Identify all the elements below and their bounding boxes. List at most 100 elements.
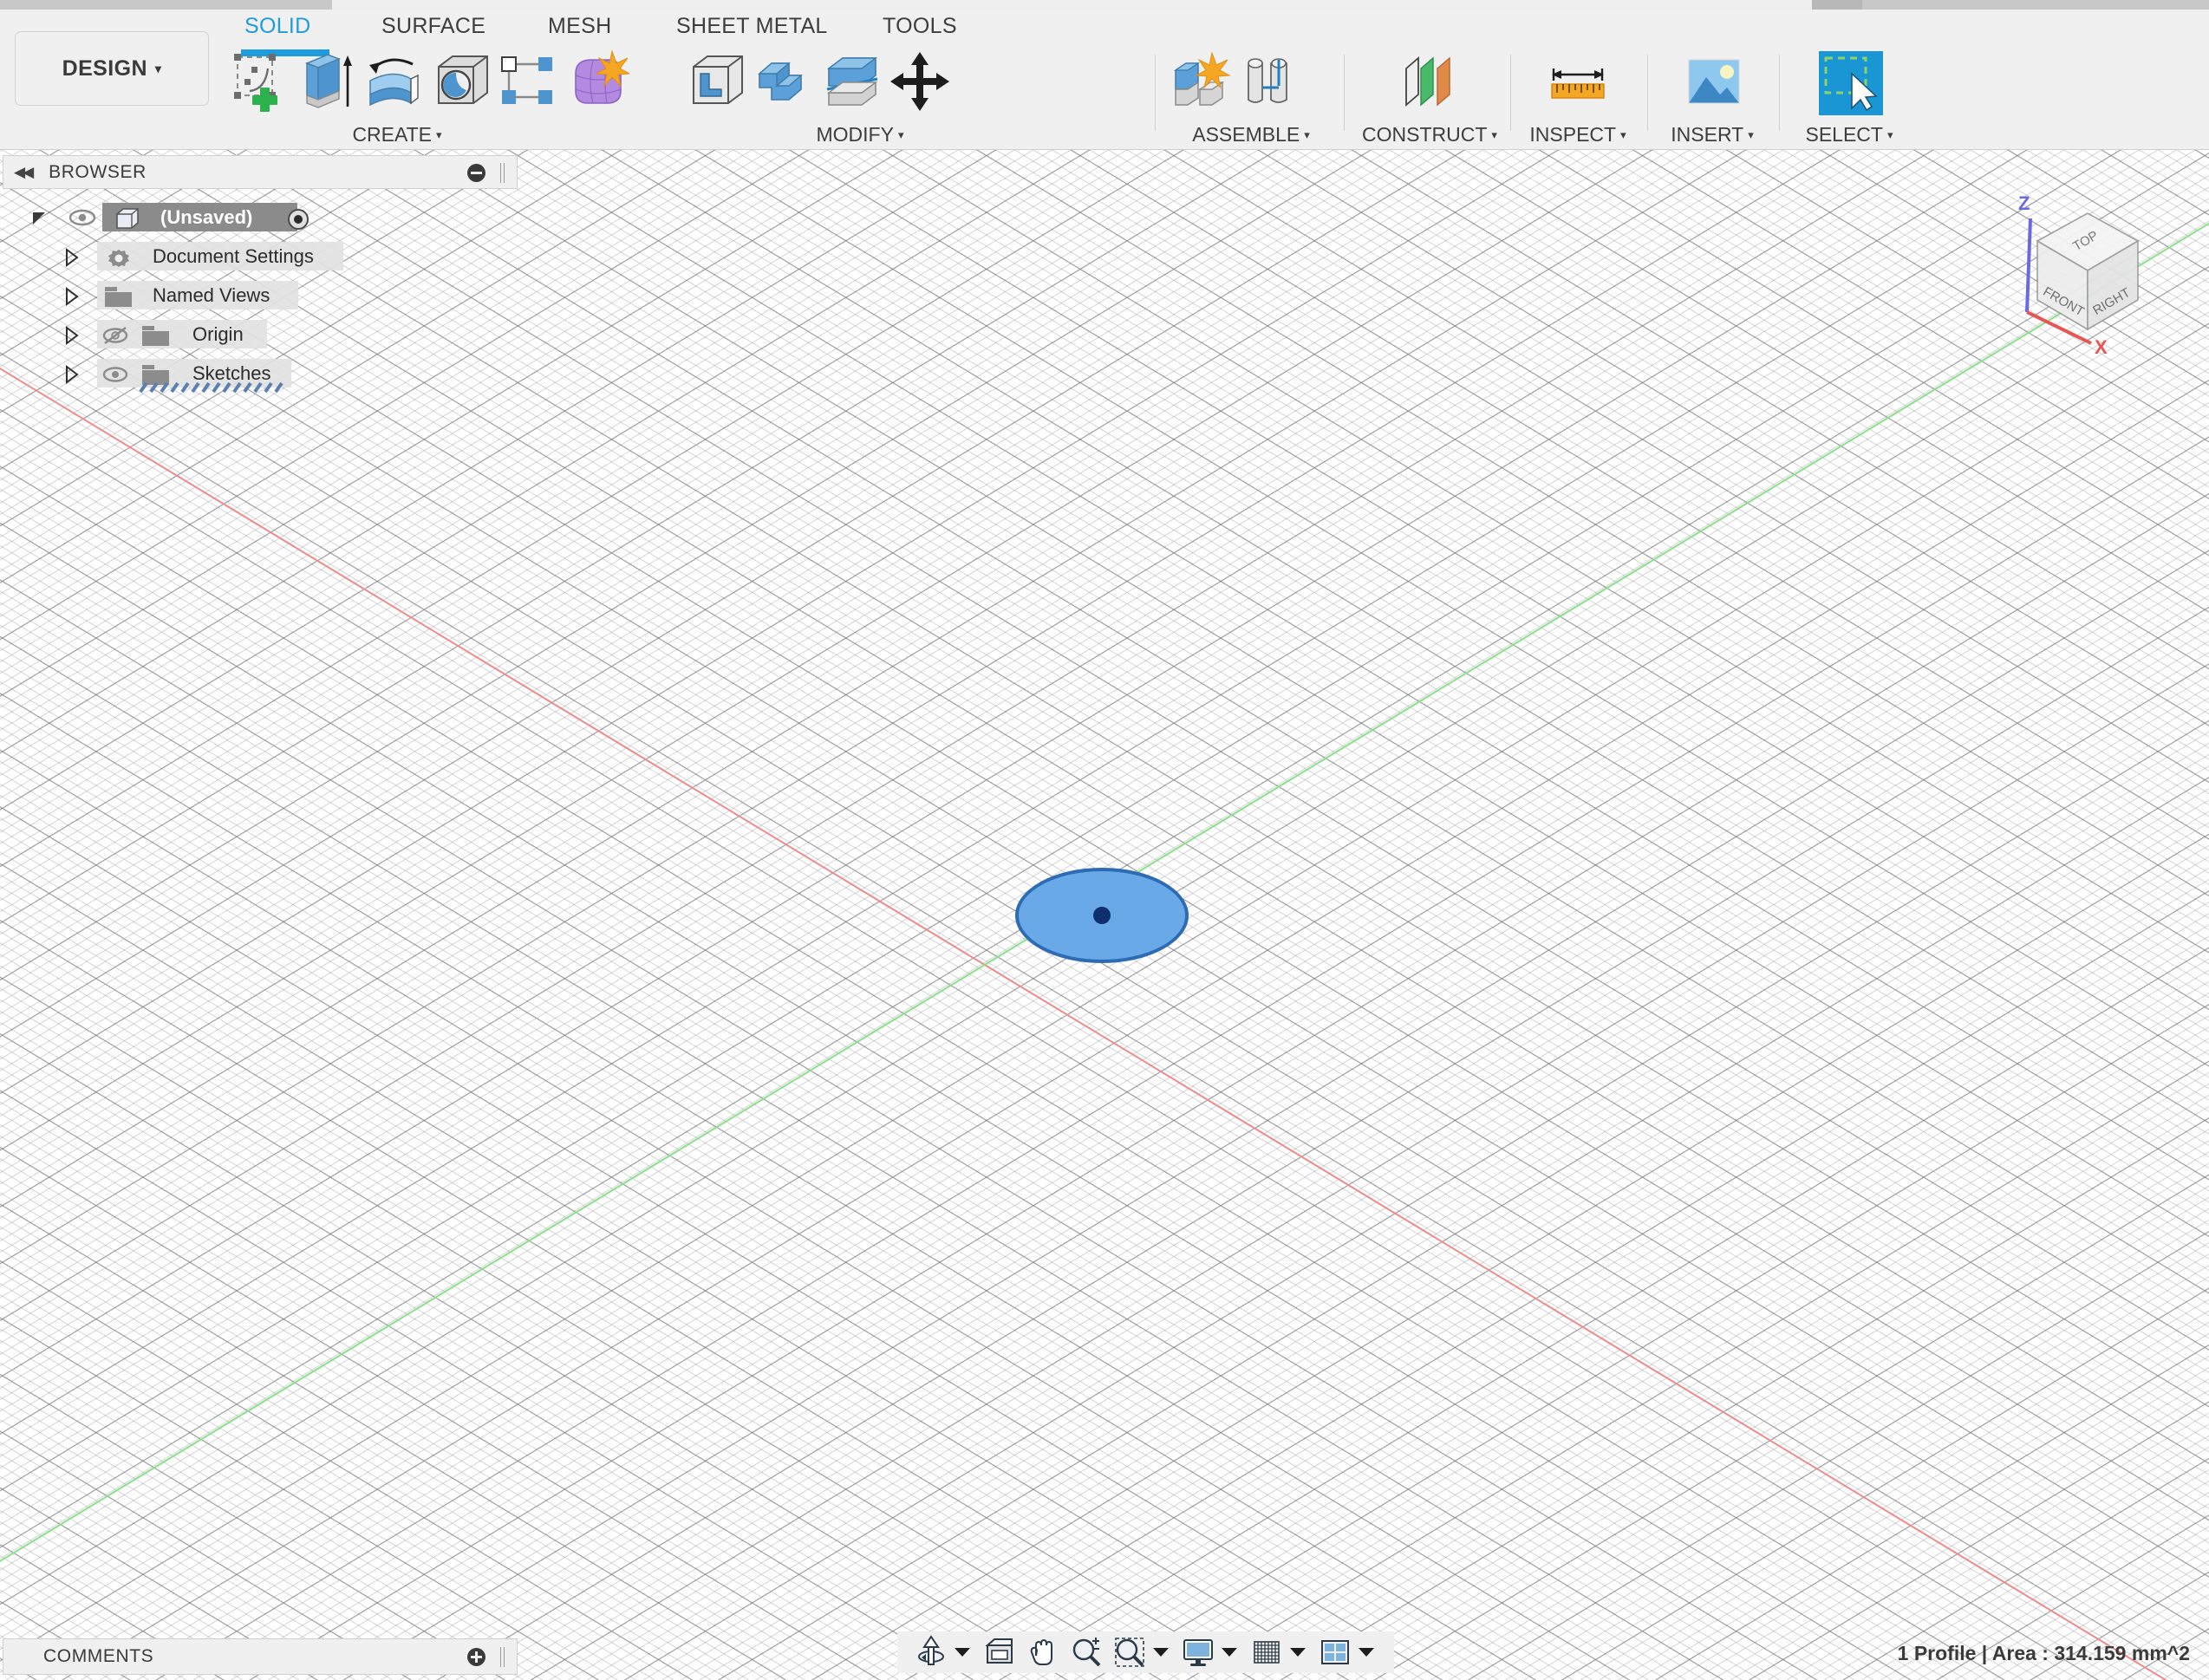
collapse-panel-icon[interactable]: ◀◀ (14, 164, 34, 181)
chevron-down-icon: ▾ (897, 128, 904, 141)
chevron-down-icon: ▾ (1491, 128, 1497, 141)
navigation-bar[interactable] (897, 1631, 1394, 1673)
zoom-window-icon[interactable] (1108, 1633, 1151, 1671)
visibility-hidden-eye-icon[interactable] (101, 326, 129, 349)
expand-arrow-icon[interactable] (64, 326, 80, 345)
revolve-icon[interactable] (362, 49, 427, 114)
folder-icon (104, 286, 134, 313)
ribbon-group-select-label[interactable]: SELECT ▾ (1779, 123, 1919, 147)
offset-plane-icon[interactable] (1398, 49, 1462, 114)
ribbon-group-assemble-label[interactable]: ASSEMBLE ▾ (1169, 123, 1333, 147)
joint-icon[interactable] (1236, 49, 1300, 114)
insert-image-icon[interactable] (1682, 49, 1746, 114)
chevron-down-icon: ▾ (1886, 128, 1893, 141)
tab-sheet-metal[interactable]: SHEET METAL (676, 14, 828, 39)
chevron-down-icon[interactable] (1290, 1648, 1306, 1657)
select-icon[interactable] (1817, 49, 1885, 117)
grid-snaps-icon[interactable] (1245, 1633, 1288, 1671)
tree-node-label: (Unsaved) (160, 205, 253, 228)
ribbon-group-inspect[interactable]: INSPECT ▾ (1510, 48, 1645, 150)
chevron-down-icon[interactable] (1359, 1648, 1374, 1657)
ribbon-divider (1155, 55, 1156, 131)
tree-node-label: Document Settings (153, 244, 314, 267)
new-component-icon[interactable] (1169, 49, 1233, 114)
design-workspace-button[interactable]: DESIGN ▾ (15, 31, 209, 106)
ribbon-group-create[interactable]: CREATE ▾ (227, 48, 661, 150)
panel-resize-grip[interactable] (500, 1647, 505, 1667)
ribbon-group-select[interactable]: SELECT ▾ (1779, 48, 1919, 150)
ribbon-group-construct-label[interactable]: CONSTRUCT ▾ (1349, 123, 1510, 147)
sketch-origin-point[interactable] (1093, 907, 1111, 924)
create-form-icon[interactable] (565, 49, 631, 114)
expand-arrow-icon[interactable] (64, 248, 80, 267)
combine-icon[interactable] (753, 49, 817, 114)
chevron-down-icon: ▾ (436, 128, 442, 141)
chevron-down-icon[interactable] (955, 1648, 970, 1657)
tab-solid[interactable]: SOLID (244, 14, 311, 39)
chevron-down-icon: ▾ (1748, 128, 1754, 141)
browser-panel-header[interactable]: ◀◀ BROWSER (3, 155, 518, 189)
ribbon-group-construct[interactable]: CONSTRUCT ▾ (1349, 48, 1510, 150)
pan-icon[interactable] (1021, 1633, 1065, 1671)
ribbon-group-insert[interactable]: INSERT ▾ (1647, 48, 1777, 150)
look-at-icon[interactable] (978, 1633, 1021, 1671)
activate-component-radio[interactable] (286, 207, 310, 236)
ribbon-toolbar[interactable]: DESIGN ▾ SOLID SURFACE MESH SHEET METAL … (0, 10, 2209, 150)
expand-arrow-icon[interactable] (31, 211, 49, 226)
expand-arrow-icon[interactable] (64, 287, 80, 306)
chevron-down-icon: ▾ (1620, 128, 1626, 141)
tree-node-origin[interactable]: Origin (0, 315, 520, 354)
comments-panel-title: COMMENTS (43, 1646, 154, 1666)
visibility-eye-icon[interactable] (68, 209, 96, 231)
orbit-icon[interactable] (909, 1633, 953, 1671)
status-bar-selection-info: 1 Profile | Area : 314.159 mm^2 (1897, 1642, 2190, 1664)
svg-text:X: X (2095, 336, 2108, 355)
zoom-icon[interactable] (1065, 1633, 1108, 1671)
browser-tree[interactable]: (Unsaved) Document Settings Named Views … (0, 198, 520, 394)
gear-icon (106, 246, 132, 275)
ribbon-group-modify-label[interactable]: MODIFY ▾ (685, 123, 1035, 147)
tree-node-document-settings[interactable]: Document Settings (0, 237, 520, 276)
ribbon-group-create-label[interactable]: CREATE ▾ (227, 123, 567, 147)
display-settings-icon[interactable] (1176, 1633, 1220, 1671)
minus-circle-icon[interactable] (467, 164, 485, 182)
create-sketch-icon[interactable] (227, 49, 291, 114)
viewports-icon[interactable] (1313, 1633, 1357, 1671)
design-workspace-label: DESIGN (62, 55, 147, 81)
chevron-down-icon[interactable] (1222, 1648, 1237, 1657)
chevron-down-icon: ▾ (154, 61, 162, 75)
folder-icon (141, 325, 171, 352)
measure-icon[interactable] (1547, 49, 1611, 114)
sketch-hatch-decoration (139, 381, 295, 398)
ribbon-divider (1344, 55, 1345, 131)
tab-surface[interactable]: SURFACE (381, 14, 485, 39)
panel-resize-grip[interactable] (500, 163, 505, 183)
ribbon-group-assemble[interactable]: ASSEMBLE ▾ (1169, 48, 1333, 150)
chevron-down-icon: ▾ (1304, 128, 1310, 141)
svg-text:Z: Z (2018, 192, 2030, 214)
window-title-strip (0, 0, 2209, 10)
tree-node-unsaved[interactable]: (Unsaved) (0, 198, 520, 237)
split-body-icon[interactable] (820, 49, 884, 114)
rectangular-pattern-icon[interactable] (498, 49, 562, 114)
comments-panel-header[interactable]: COMMENTS (3, 1638, 518, 1675)
tree-node-sketches[interactable]: Sketches (0, 354, 520, 394)
visibility-eye-icon[interactable] (101, 366, 129, 387)
view-cube[interactable]: Z X TOP FRONT RIGHT (1994, 173, 2176, 358)
move-copy-icon[interactable] (888, 49, 952, 114)
expand-arrow-icon[interactable] (64, 365, 80, 384)
ribbon-group-insert-label[interactable]: INSERT ▾ (1647, 123, 1777, 147)
tree-node-label: Named Views (153, 283, 270, 306)
ribbon-group-modify[interactable]: MODIFY ▾ (685, 48, 1035, 150)
component-icon (115, 207, 140, 234)
extrude-icon[interactable] (295, 49, 359, 114)
browser-panel-title: BROWSER (49, 161, 147, 182)
hole-icon[interactable] (430, 49, 494, 114)
chevron-down-icon[interactable] (1153, 1648, 1169, 1657)
tree-node-named-views[interactable]: Named Views (0, 276, 520, 315)
ribbon-group-inspect-label[interactable]: INSPECT ▾ (1510, 123, 1645, 147)
tab-mesh[interactable]: MESH (548, 14, 611, 39)
plus-circle-icon[interactable] (467, 1648, 485, 1666)
shell-icon[interactable] (685, 49, 749, 114)
tab-tools[interactable]: TOOLS (883, 14, 957, 39)
